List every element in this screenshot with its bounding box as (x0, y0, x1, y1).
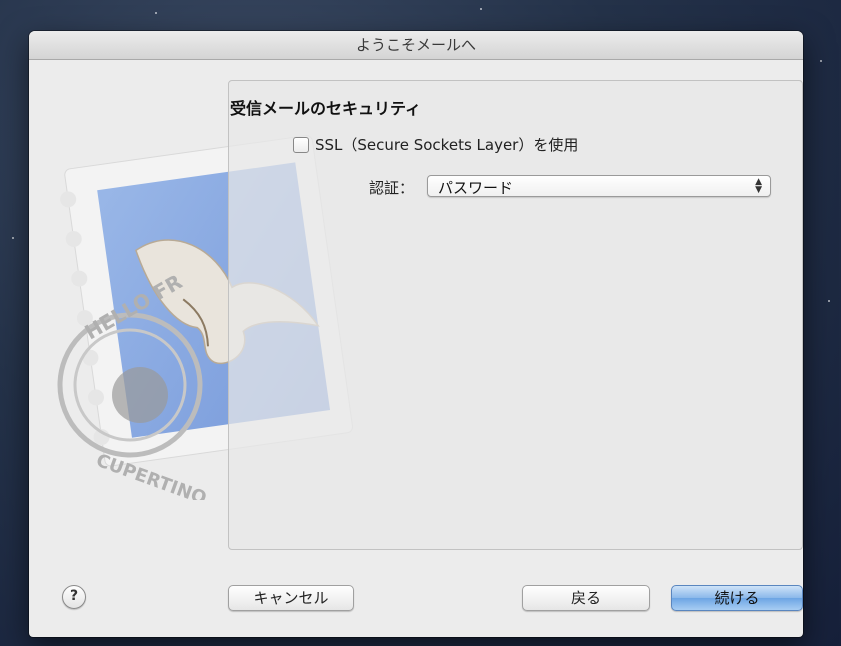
back-button[interactable]: 戻る (522, 585, 650, 611)
desktop-star (12, 237, 14, 239)
desktop-star (155, 12, 157, 14)
incoming-security-title: 受信メールのセキュリティ (230, 99, 422, 118)
ssl-option[interactable]: SSL（Secure Sockets Layer）を使用 (293, 134, 578, 155)
up-down-arrows-icon: ▲ ▼ (755, 177, 762, 195)
desktop-star (480, 8, 482, 10)
continue-button[interactable]: 続ける (671, 585, 803, 611)
auth-label: 認証： (369, 179, 415, 197)
desktop-star (820, 60, 822, 62)
auth-select-value: パスワード (438, 179, 514, 197)
auth-select[interactable]: パスワード ▲ ▼ (427, 175, 771, 197)
ssl-checkbox[interactable] (293, 136, 309, 153)
window-title: ようこそメールへ (29, 31, 803, 60)
help-button[interactable]: ? (62, 585, 86, 609)
cancel-button[interactable]: キャンセル (228, 585, 354, 611)
ssl-label: SSL（Secure Sockets Layer）を使用 (315, 136, 579, 154)
desktop-star (828, 300, 830, 302)
